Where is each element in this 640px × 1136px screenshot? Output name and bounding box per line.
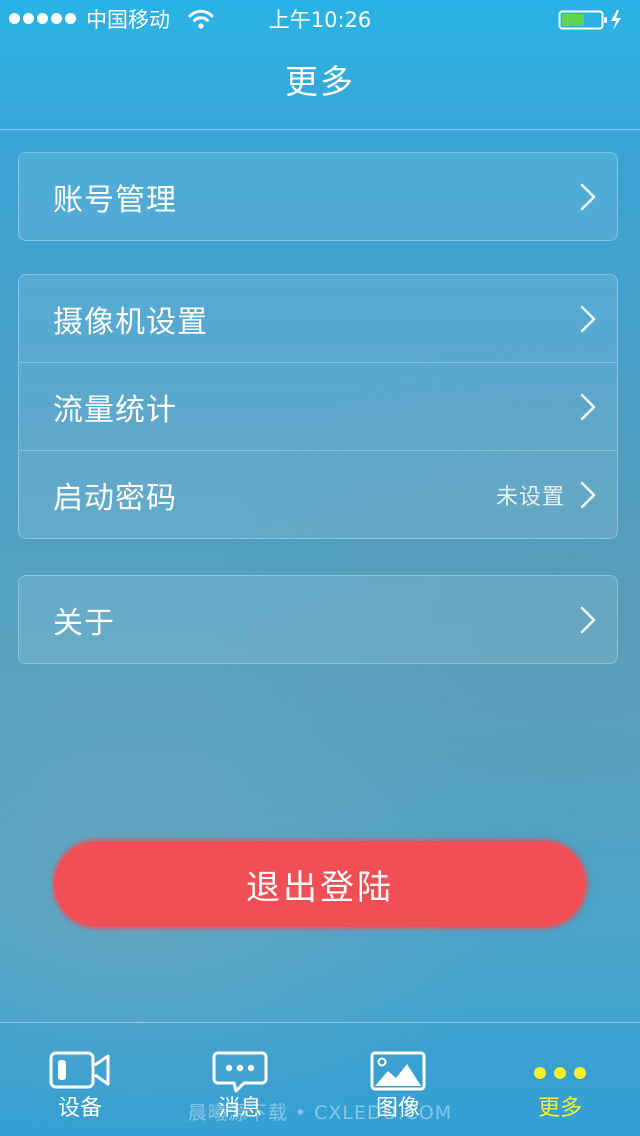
video-camera-icon [49,1051,110,1089]
image-icon [370,1051,426,1091]
row-label: 账号管理 [53,182,177,218]
chevron-right-icon [580,183,596,210]
row-value-status: 未设置 [495,484,565,510]
row-label: 摄像机设置 [53,304,208,340]
chevron-right-icon [580,305,596,332]
more-dots-icon [534,1067,586,1079]
row-traffic-statistics[interactable]: 流量统计 [19,362,617,450]
row-camera-settings[interactable]: 摄像机设置 [19,275,617,362]
page-title: 更多 [285,62,355,101]
chevron-right-icon [580,393,596,420]
row-label: 流量统计 [53,392,177,428]
watermark-text: 晨曦源下载 • CXLEDU.COM [187,1102,453,1124]
chat-bubble-icon [212,1051,268,1093]
chevron-right-icon [580,481,596,508]
chevron-right-icon [580,606,596,633]
battery-icon [558,10,621,30]
navigation-bar: 更多 [0,40,640,130]
settings-group-account: 账号管理 [18,152,618,241]
settings-group-camera: 摄像机设置 流量统计 启动密码 未设置 [18,274,618,539]
status-time: 上午10:26 [268,8,372,32]
row-label: 启动密码 [53,480,177,516]
logout-button[interactable]: 退出登陆 [54,841,586,927]
settings-group-about: 关于 [18,575,618,664]
row-about[interactable]: 关于 [19,576,617,663]
row-account-management[interactable]: 账号管理 [19,153,617,240]
row-startup-password[interactable]: 启动密码 未设置 [19,450,617,538]
status-bar: 中国移动 上午10:26 [0,0,640,40]
row-label: 关于 [53,605,115,641]
